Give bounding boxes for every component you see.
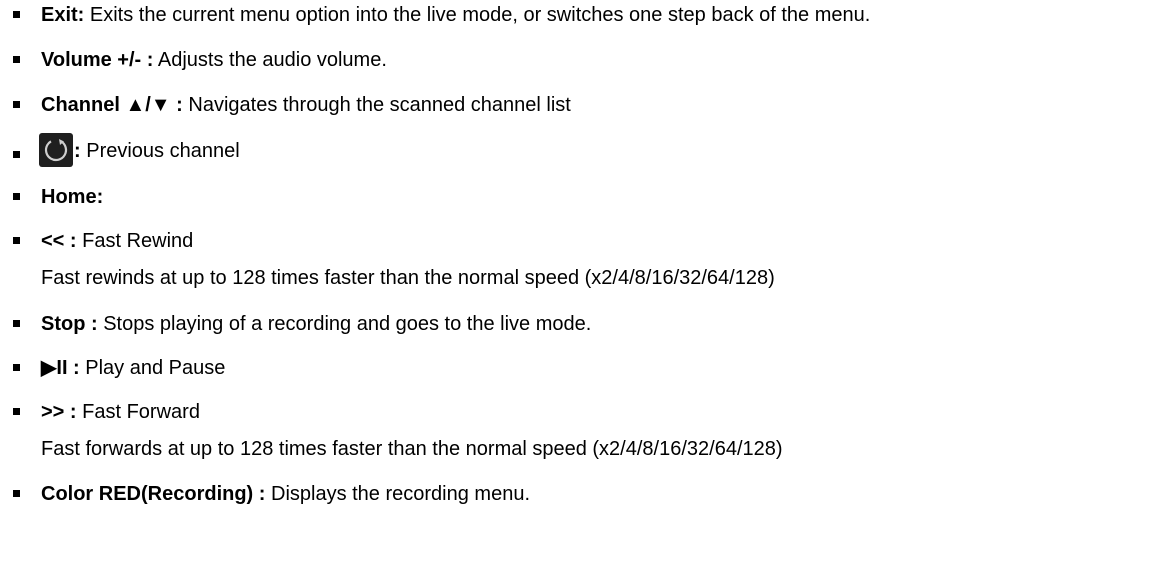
list-item-home: Home: (0, 182, 1159, 212)
key-description: Play and Pause (79, 357, 226, 379)
bullet-icon (13, 193, 20, 200)
key-description: Navigates through the scanned channel li… (182, 94, 571, 116)
list-item-text: Stop : Stops playing of a recording and … (41, 309, 591, 339)
bullet-icon (13, 101, 20, 108)
key-term: >> : (41, 401, 77, 423)
key-description: Previous channel (80, 140, 240, 162)
list-item-previous-channel: : Previous channel (0, 133, 1159, 170)
bullet-icon (13, 490, 20, 497)
list-item-volume: Volume +/- : Adjusts the audio volume. (0, 45, 1159, 75)
bullet-icon (13, 11, 20, 18)
list-item-exit: Exit: Exits the current menu option into… (0, 0, 1159, 30)
list-item-text: ▶II : Play and Pause (41, 353, 225, 383)
key-term: Volume +/- : (41, 49, 154, 71)
key-term: Color RED(Recording) : (41, 483, 266, 505)
list-item-play-pause: ▶II : Play and Pause (0, 353, 1159, 383)
list-item-text: Volume +/- : Adjusts the audio volume. (41, 45, 387, 75)
key-term: Home: (41, 186, 104, 208)
key-term: Exit: (41, 4, 85, 26)
list-item-text: Color RED(Recording) : Displays the reco… (41, 479, 530, 509)
bullet-icon (13, 408, 20, 415)
key-description: Adjusts the audio volume. (153, 49, 387, 71)
list-item-channel: Channel ▲/▼ : Navigates through the scan… (0, 90, 1159, 120)
list-item-text: : Previous channel (39, 131, 240, 171)
key-description: Fast Forward (76, 401, 200, 423)
list-item-text: Home: (41, 182, 103, 212)
key-term: : (74, 140, 81, 162)
list-item-stop: Stop : Stops playing of a recording and … (0, 309, 1159, 339)
previous-channel-icon (39, 133, 73, 167)
key-description: Fast Rewind (76, 230, 194, 252)
list-item-text: Exit: Exits the current menu option into… (41, 0, 870, 30)
key-description: Displays the recording menu. (265, 483, 531, 505)
key-term: ▶II : (41, 357, 80, 379)
key-term: Channel ▲/▼ : (41, 94, 183, 116)
list-item-text: Channel ▲/▼ : Navigates through the scan… (41, 90, 571, 120)
bullet-icon (13, 364, 20, 371)
list-item-fast-forward: >> : Fast Forward Fast forwards at up to… (0, 397, 1159, 467)
bullet-icon (13, 237, 20, 244)
list-item-color-red: Color RED(Recording) : Displays the reco… (0, 479, 1159, 509)
bullet-icon (13, 320, 20, 327)
list-item-text: << : Fast Rewind (41, 226, 193, 256)
key-description: Stops playing of a recording and goes to… (97, 313, 592, 335)
key-term: << : (41, 230, 77, 252)
key-description-continuation: Fast rewinds at up to 128 times faster t… (41, 267, 775, 289)
key-description-continuation: Fast forwards at up to 128 times faster … (41, 438, 783, 460)
list-item-fast-rewind: << : Fast Rewind Fast rewinds at up to 1… (0, 226, 1159, 296)
bullet-icon (13, 56, 20, 63)
key-term: Stop : (41, 313, 98, 335)
bullet-icon (13, 151, 20, 158)
list-item-text: >> : Fast Forward (41, 397, 200, 427)
key-description: Exits the current menu option into the l… (84, 4, 871, 26)
